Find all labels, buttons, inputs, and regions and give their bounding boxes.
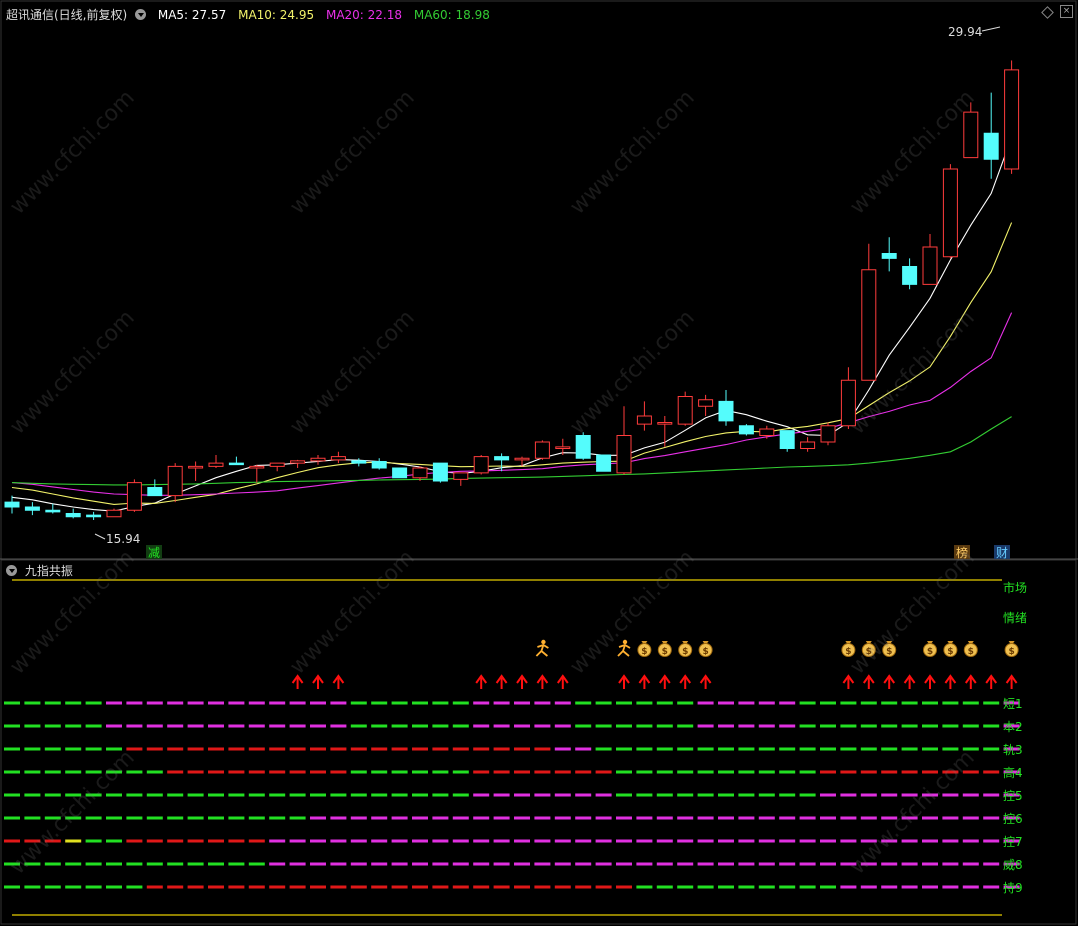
candle-body-up xyxy=(269,462,285,467)
candle xyxy=(126,479,142,512)
indicator-toggle-icon[interactable] xyxy=(135,9,147,20)
candle-body-down xyxy=(228,462,244,466)
candle xyxy=(738,424,754,436)
candle-body-up xyxy=(636,415,652,425)
ma60-value: MA60: 18.98 xyxy=(413,8,490,22)
row-label: 市场 xyxy=(1003,580,1027,595)
candle-body-up xyxy=(922,246,938,285)
candle-body-down xyxy=(432,462,448,482)
candle-body-down xyxy=(4,501,20,508)
candle-body-up xyxy=(412,467,428,479)
candle-body-down xyxy=(45,509,61,513)
ma10-value: MA10: 24.95 xyxy=(238,8,315,22)
bag-symbol: $ xyxy=(927,647,933,657)
candle-body-up xyxy=(167,465,183,497)
candle-body-up xyxy=(473,456,489,474)
chart-window: 29.94 15.94 减 榜 财 $ $ $ $ $ $ $ $ $ $ $ 市场 情绪 短1 本2 轨3… xyxy=(0,0,1078,926)
row-label: 情绪 xyxy=(1003,611,1027,625)
candle-body-up xyxy=(208,462,224,467)
candle-body-up xyxy=(290,460,306,464)
candle-body-up xyxy=(188,465,204,469)
candle-body-up xyxy=(514,457,530,461)
candle-body-up xyxy=(759,428,775,436)
candle-body-up xyxy=(555,446,571,449)
resonance-panel-title: 九指共振 xyxy=(24,564,73,578)
candle xyxy=(820,422,836,446)
candle-body-down xyxy=(881,253,897,259)
row-label: 高4 xyxy=(1003,765,1023,780)
bag-symbol: $ xyxy=(1008,647,1014,657)
runner-head xyxy=(622,639,628,645)
resonance-panel-header: 九指共振 xyxy=(6,562,73,579)
event-marker-reduce[interactable]: 减 xyxy=(148,546,160,560)
candle-body-down xyxy=(902,266,918,285)
row-label: 控7 xyxy=(1003,835,1023,849)
ma5-value: MA5: 27.57 xyxy=(157,8,227,22)
high-price-label: 29.94 xyxy=(948,25,982,39)
bag-symbol: $ xyxy=(702,647,708,657)
candle-body-down xyxy=(983,132,999,160)
row-label: 控5 xyxy=(1003,789,1023,803)
row-label: 短1 xyxy=(1003,697,1023,711)
candle xyxy=(534,440,550,460)
candle-body-up xyxy=(800,441,816,449)
candle xyxy=(1004,60,1020,174)
candle-body-up xyxy=(126,482,142,511)
candle-body-down xyxy=(738,425,754,435)
candle-body-up xyxy=(677,396,693,425)
candle-body-down xyxy=(371,461,387,469)
bag-symbol: $ xyxy=(641,647,647,657)
candle-body-down xyxy=(718,400,734,422)
event-marker-finance[interactable]: 财 xyxy=(996,546,1008,560)
row-label: 威8 xyxy=(1003,858,1023,872)
candle-body-down xyxy=(596,454,612,472)
stock-title: 超讯通信(日线,前复权) xyxy=(6,8,128,22)
row-label: 本2 xyxy=(1003,720,1023,734)
candle-body-up xyxy=(657,422,673,425)
main-chart-header: 超讯通信(日线,前复权) MA5: 27.57 MA10: 24.95 MA20… xyxy=(6,6,498,23)
candle-body-up xyxy=(820,425,836,443)
candle xyxy=(677,391,693,426)
candle-body-up xyxy=(963,111,979,159)
candle-body-up xyxy=(310,457,326,462)
bag-symbol: $ xyxy=(682,647,688,657)
low-price-label: 15.94 xyxy=(106,532,140,546)
candle-body-down xyxy=(24,506,40,511)
row-label: 控6 xyxy=(1003,812,1023,826)
candle-body-up xyxy=(106,509,122,518)
ma20-value: MA20: 22.18 xyxy=(325,8,403,22)
row-label: 持9 xyxy=(1003,880,1023,895)
candle xyxy=(432,462,448,483)
candle-body-up xyxy=(1004,69,1020,170)
candle-body-up xyxy=(616,435,632,474)
row-label: 轨3 xyxy=(1003,743,1023,757)
candle xyxy=(596,454,612,472)
candle-body-down xyxy=(779,430,795,449)
bag-symbol: $ xyxy=(662,647,668,657)
close-icon[interactable]: × xyxy=(1060,5,1073,18)
candle-body-down xyxy=(86,514,102,518)
candle xyxy=(473,455,489,475)
candle-body-up xyxy=(698,399,714,407)
candle xyxy=(106,508,122,518)
candle-body-down xyxy=(494,456,510,461)
candle-body-up xyxy=(249,465,265,469)
runner-head xyxy=(541,639,546,645)
candle xyxy=(779,430,795,452)
candle-body-down xyxy=(147,487,163,497)
candle-body-up xyxy=(942,168,958,258)
candle xyxy=(942,164,958,259)
candle-body-up xyxy=(453,472,469,480)
candle-body-down xyxy=(65,513,81,518)
candle-body-down xyxy=(392,467,408,479)
candle-body-up xyxy=(861,269,877,381)
candle-body-up xyxy=(534,441,550,459)
candle xyxy=(392,467,408,479)
panel-toggle-icon[interactable] xyxy=(6,565,17,576)
candle-body-down xyxy=(351,460,367,464)
bag-symbol: $ xyxy=(947,647,953,657)
bag-symbol: $ xyxy=(968,647,974,657)
candle-body-up xyxy=(330,456,346,461)
